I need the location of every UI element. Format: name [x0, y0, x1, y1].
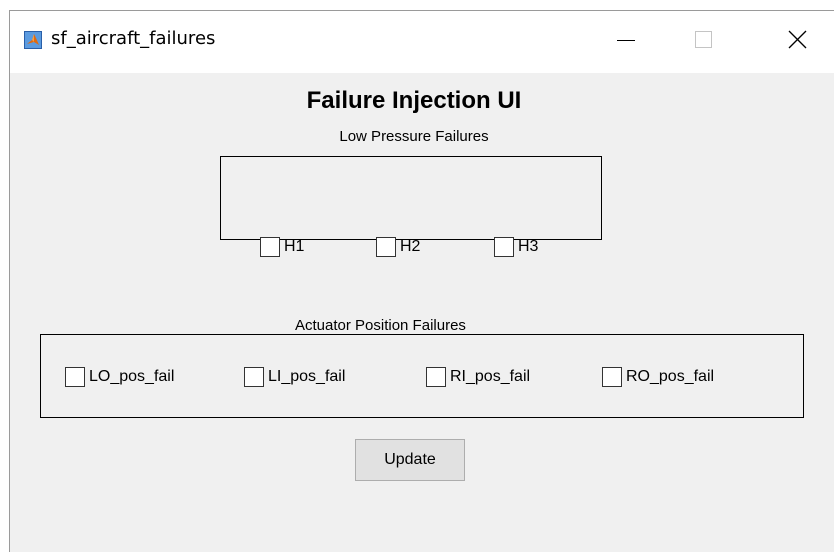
form-area: Failure Injection UI Low Pressure Failur… [10, 11, 834, 491]
actuator-panel-title: Actuator Position Failures [286, 317, 475, 334]
low-pressure-title: Low Pressure Failures [339, 128, 489, 145]
checkbox-label: RI_pos_fail [450, 368, 531, 385]
checkbox-box[interactable] [426, 367, 446, 387]
app-window: sf_aircraft_failures Failure Injection U… [9, 10, 834, 552]
checkbox-label: H1 [284, 238, 305, 255]
checkbox-lo-pos-fail[interactable]: LO_pos_fail [65, 367, 174, 387]
checkbox-box[interactable] [65, 367, 85, 387]
checkbox-h1[interactable]: H1 [260, 237, 304, 257]
checkbox-box[interactable] [602, 367, 622, 387]
checkbox-h2[interactable]: H2 [376, 237, 420, 257]
checkbox-label: H2 [400, 238, 421, 255]
checkbox-ri-pos-fail[interactable]: RI_pos_fail [426, 367, 530, 387]
low-pressure-panel [220, 156, 602, 240]
checkbox-box[interactable] [260, 237, 280, 257]
update-button[interactable]: Update [355, 439, 465, 481]
checkbox-h3[interactable]: H3 [494, 237, 538, 257]
checkbox-box[interactable] [494, 237, 514, 257]
checkbox-box[interactable] [376, 237, 396, 257]
checkbox-label: RO_pos_fail [626, 368, 715, 385]
checkbox-label: LO_pos_fail [89, 368, 175, 385]
checkbox-label: LI_pos_fail [268, 368, 346, 385]
checkbox-box[interactable] [244, 367, 264, 387]
form-heading: Failure Injection UI [306, 87, 522, 114]
checkbox-ro-pos-fail[interactable]: RO_pos_fail [602, 367, 714, 387]
checkbox-li-pos-fail[interactable]: LI_pos_fail [244, 367, 345, 387]
checkbox-label: H3 [518, 238, 539, 255]
